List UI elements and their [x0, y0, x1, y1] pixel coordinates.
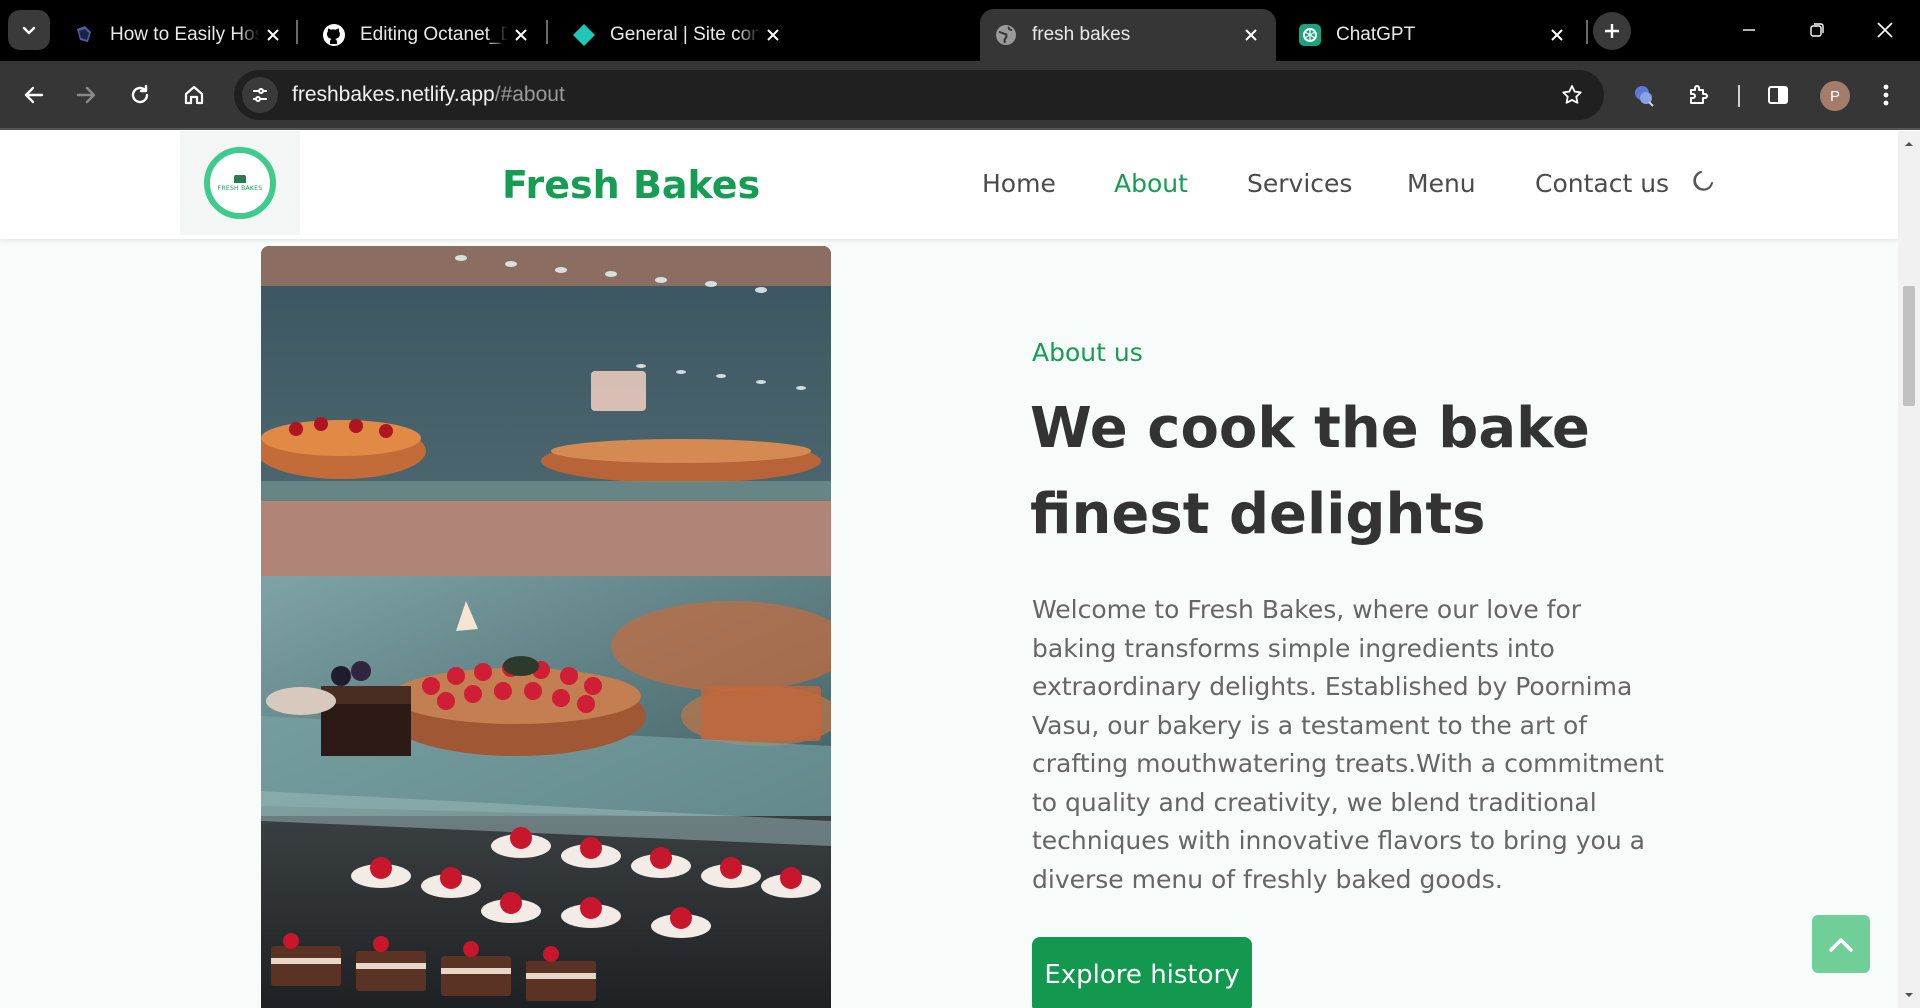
avatar[interactable]: P	[1820, 81, 1850, 111]
chevron-down-icon	[22, 26, 36, 35]
extension-button[interactable]	[1624, 75, 1664, 115]
nav-menu[interactable]: Menu	[1407, 169, 1476, 198]
back-button[interactable]	[14, 75, 54, 115]
puzzle-icon	[1690, 85, 1708, 104]
forward-button[interactable]	[66, 75, 106, 115]
browser-tab-active[interactable]: fresh bakes	[980, 9, 1276, 61]
close-icon[interactable]	[1544, 22, 1570, 48]
globe-icon	[994, 23, 1018, 47]
plus-icon	[1605, 24, 1619, 38]
close-icon	[1877, 22, 1893, 38]
home-icon	[184, 85, 204, 105]
extension-app-icon	[1635, 86, 1654, 107]
section-eyebrow: About us	[1032, 338, 1143, 367]
home-button[interactable]	[174, 75, 214, 115]
close-window-button[interactable]	[1850, 8, 1920, 52]
browser-tab[interactable]: General | Site configuration	[558, 9, 798, 61]
explore-history-button[interactable]: Explore history	[1032, 937, 1252, 1008]
chatgpt-icon	[1298, 23, 1322, 47]
back-to-top-button[interactable]	[1812, 915, 1870, 973]
tab-search-button[interactable]	[8, 10, 50, 50]
bakery-display-image	[261, 246, 831, 1008]
arrow-right-icon	[76, 86, 96, 104]
star-icon	[1562, 85, 1582, 104]
tab-divider	[546, 20, 548, 44]
browser-tab[interactable]: How to Easily Host a Website	[58, 9, 298, 61]
about-heading: We cook the bake finest delights	[1030, 396, 1590, 547]
restore-button[interactable]	[1782, 8, 1852, 52]
more-vert-icon	[1883, 84, 1889, 106]
chevron-up-icon	[1829, 938, 1853, 952]
close-icon[interactable]	[260, 22, 286, 48]
scroll-thumb[interactable]	[1903, 286, 1915, 406]
tab-title: General | Site configuration	[610, 24, 760, 45]
tab-divider	[296, 20, 298, 44]
close-icon[interactable]	[760, 22, 786, 48]
browser-tab[interactable]: Editing Octanet_December	[308, 9, 546, 61]
page-viewport: FRESH BAKES Fresh Bakes Home About Servi…	[0, 131, 1898, 1008]
site-logo[interactable]: FRESH BAKES	[180, 131, 300, 235]
scroll-down-icon[interactable]	[1904, 990, 1914, 1000]
tab-title: ChatGPT	[1336, 24, 1416, 45]
toolbar-divider	[1738, 85, 1740, 107]
side-panel-icon	[1768, 86, 1788, 104]
reload-icon	[131, 84, 149, 104]
browser-tab-strip: How to Easily Host a Website Editing Oct…	[0, 0, 1920, 61]
nav-services[interactable]: Services	[1247, 169, 1352, 198]
close-icon[interactable]	[1238, 22, 1264, 48]
arrow-left-icon	[24, 86, 44, 104]
nav-home[interactable]: Home	[982, 169, 1056, 198]
moon-icon[interactable]	[1690, 169, 1716, 195]
browser-tab[interactable]: ChatGPT	[1284, 9, 1582, 61]
tab-title: Editing Octanet_December	[360, 24, 508, 45]
reload-button[interactable]	[120, 75, 160, 115]
tab-title: fresh bakes	[1032, 24, 1131, 45]
tab-title: How to Easily Host a Website	[110, 24, 260, 45]
cake-icon	[234, 174, 246, 183]
site-header: FRESH BAKES Fresh Bakes Home About Servi…	[0, 131, 1898, 239]
brand-name[interactable]: Fresh Bakes	[502, 163, 760, 207]
dev-icon	[72, 23, 96, 47]
minimize-button[interactable]	[1714, 8, 1784, 52]
netlify-icon	[572, 23, 596, 47]
tab-divider	[1586, 20, 1588, 44]
browser-toolbar: freshbakes.netlify.app/#about P	[0, 61, 1920, 130]
scroll-up-icon[interactable]	[1904, 139, 1914, 149]
bookmark-button[interactable]	[1554, 77, 1590, 113]
extensions-menu-button[interactable]	[1678, 75, 1718, 115]
restore-icon	[1810, 23, 1824, 37]
url-text: freshbakes.netlify.app/#about	[292, 83, 565, 107]
close-icon[interactable]	[508, 22, 534, 48]
side-panel-button[interactable]	[1758, 75, 1798, 115]
about-description: Welcome to Fresh Bakes, where our love f…	[1032, 595, 1664, 894]
minimize-icon	[1743, 29, 1755, 31]
url-path: /#about	[494, 83, 565, 106]
address-bar[interactable]: freshbakes.netlify.app/#about	[234, 70, 1604, 120]
site-info-button[interactable]	[242, 77, 278, 113]
logo-text: FRESH BAKES	[217, 184, 263, 192]
nav-contact[interactable]: Contact us	[1535, 169, 1669, 198]
logo-badge: FRESH BAKES	[204, 147, 276, 219]
browser-menu-button[interactable]	[1866, 75, 1906, 115]
github-icon	[322, 23, 346, 47]
tune-icon	[253, 88, 267, 102]
page-scrollbar[interactable]	[1898, 131, 1920, 1008]
url-host: freshbakes.netlify.app	[292, 83, 495, 106]
new-tab-button[interactable]	[1593, 12, 1631, 50]
nav-about[interactable]: About	[1114, 169, 1188, 198]
